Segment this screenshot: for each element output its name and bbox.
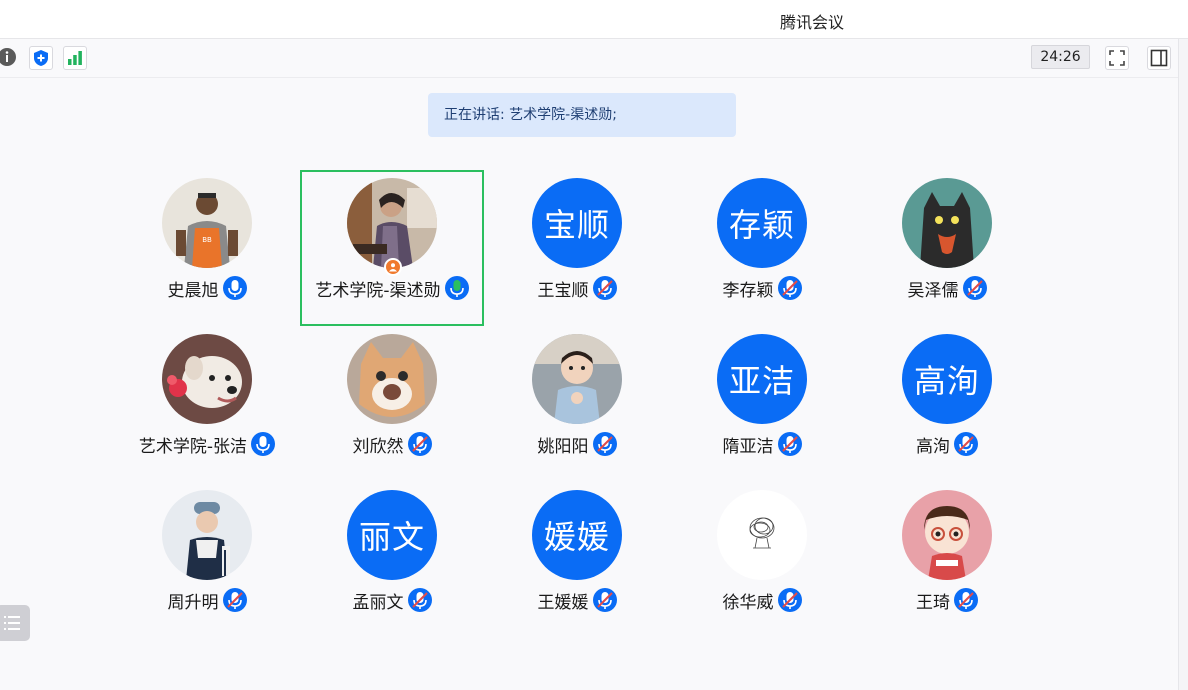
participant-name: 周升明 bbox=[167, 592, 219, 613]
mic-muted-icon[interactable] bbox=[777, 432, 802, 456]
participant-name: 艺术学院-张洁 bbox=[138, 436, 248, 457]
participant-tile[interactable]: 亚洁隋亚洁 bbox=[670, 326, 854, 482]
mic-icon[interactable] bbox=[251, 432, 276, 456]
participant-avatar[interactable] bbox=[162, 334, 252, 424]
participant-name-row: 姚阳阳 bbox=[485, 430, 669, 458]
participant-avatar[interactable]: 宝顺 bbox=[532, 178, 622, 268]
participant-name-row: 艺术学院-张洁 bbox=[115, 430, 299, 458]
participant-tile[interactable]: 宝顺王宝顺 bbox=[485, 170, 669, 326]
mic-muted-icon[interactable] bbox=[954, 588, 978, 612]
meeting-toolbar: 24:26 bbox=[0, 39, 1178, 78]
participant-avatar[interactable] bbox=[532, 334, 622, 424]
participant-tile[interactable]: 周升明 bbox=[115, 482, 299, 638]
participant-tile[interactable]: 徐华威 bbox=[670, 482, 854, 638]
participant-tile[interactable]: 姚阳阳 bbox=[485, 326, 669, 482]
mic-muted-icon[interactable] bbox=[777, 276, 802, 300]
participant-name-row: 刘欣然 bbox=[300, 430, 484, 458]
participant-avatar[interactable]: 丽文 bbox=[347, 490, 437, 580]
mic-muted-icon[interactable] bbox=[407, 588, 432, 612]
participant-name: 王宝顺 bbox=[537, 280, 589, 301]
title-bar: 腾讯会议 bbox=[0, 0, 1188, 39]
mic-muted-icon[interactable] bbox=[954, 432, 978, 456]
participant-tile[interactable]: 刘欣然 bbox=[300, 326, 484, 482]
mic-icon[interactable] bbox=[444, 276, 469, 300]
right-panel-edge bbox=[1178, 39, 1188, 690]
mic-muted-icon[interactable] bbox=[777, 588, 802, 612]
participant-name-row: 王媛媛 bbox=[485, 586, 669, 614]
participant-name-row: 史晨旭 bbox=[115, 274, 299, 302]
participant-name-row: 隋亚洁 bbox=[670, 430, 854, 458]
mic-muted-icon[interactable] bbox=[407, 432, 432, 456]
participant-tile[interactable]: 媛媛王媛媛 bbox=[485, 482, 669, 638]
participant-name: 王媛媛 bbox=[537, 592, 589, 613]
participant-name: 高洵 bbox=[916, 436, 950, 457]
participant-tile[interactable]: BB 史晨旭 bbox=[115, 170, 299, 326]
participant-name: 姚阳阳 bbox=[537, 436, 589, 457]
participant-tile[interactable]: 高洵 高洵 bbox=[855, 326, 1039, 482]
participant-name-row: 孟丽文 bbox=[300, 586, 484, 614]
participant-avatar[interactable] bbox=[717, 490, 807, 580]
participant-name-row: 周升明 bbox=[115, 586, 299, 614]
participant-name-row: 王琦 bbox=[855, 586, 1039, 614]
info-icon[interactable] bbox=[0, 46, 18, 68]
participant-name-row: 王宝顺 bbox=[485, 274, 669, 302]
participant-name-row: 李存颖 bbox=[670, 274, 854, 302]
participant-tile[interactable]: 丽文孟丽文 bbox=[300, 482, 484, 638]
participant-name: 艺术学院-渠述勋 bbox=[315, 280, 441, 301]
participant-name: 刘欣然 bbox=[352, 436, 404, 457]
participant-name: 隋亚洁 bbox=[722, 436, 774, 457]
participant-tile[interactable]: 存颖李存颖 bbox=[670, 170, 854, 326]
participant-name: 王琦 bbox=[916, 592, 950, 613]
participant-avatar[interactable] bbox=[347, 178, 437, 268]
participant-name: 李存颖 bbox=[722, 280, 774, 301]
participant-avatar[interactable] bbox=[902, 178, 992, 268]
fullscreen-icon[interactable] bbox=[1105, 46, 1129, 70]
list-icon bbox=[4, 616, 20, 630]
participant-name: 徐华威 bbox=[722, 592, 774, 613]
participant-name-row: 艺术学院-渠述勋 bbox=[302, 274, 482, 302]
mic-muted-icon[interactable] bbox=[592, 588, 617, 612]
participant-avatar[interactable]: 亚洁 bbox=[717, 334, 807, 424]
participant-name: 吴泽儒 bbox=[907, 280, 959, 301]
mic-muted-icon[interactable] bbox=[592, 276, 617, 300]
mic-muted-icon[interactable] bbox=[592, 432, 617, 456]
member-list-button[interactable] bbox=[0, 605, 30, 641]
mic-muted-icon[interactable] bbox=[962, 276, 987, 300]
participant-tile[interactable]: 王琦 bbox=[855, 482, 1039, 638]
participant-avatar[interactable]: 媛媛 bbox=[532, 490, 622, 580]
svg-text:BB: BB bbox=[202, 236, 212, 244]
participant-avatar[interactable]: BB bbox=[162, 178, 252, 268]
participant-tile[interactable]: 艺术学院-张洁 bbox=[115, 326, 299, 482]
participant-name: 史晨旭 bbox=[167, 280, 219, 301]
participant-name-row: 徐华威 bbox=[670, 586, 854, 614]
participant-tile[interactable]: 吴泽儒 bbox=[855, 170, 1039, 326]
signal-strength-icon[interactable] bbox=[63, 46, 87, 70]
participant-name-row: 吴泽儒 bbox=[855, 274, 1039, 302]
sidebar-toggle-icon[interactable] bbox=[1147, 46, 1171, 70]
window-title: 腾讯会议 bbox=[780, 13, 845, 32]
participant-name-row: 高洵 bbox=[855, 430, 1039, 458]
participant-avatar[interactable]: 高洵 bbox=[902, 334, 992, 424]
speaking-banner: 正在讲话: 艺术学院-渠述勋; bbox=[428, 93, 736, 137]
participant-avatar[interactable] bbox=[347, 334, 437, 424]
security-shield-icon[interactable] bbox=[29, 46, 53, 70]
participant-avatar[interactable]: 存颖 bbox=[717, 178, 807, 268]
meeting-timer: 24:26 bbox=[1031, 45, 1090, 69]
mic-muted-icon[interactable] bbox=[222, 588, 247, 612]
participant-avatar[interactable] bbox=[902, 490, 992, 580]
participant-tile[interactable]: 艺术学院-渠述勋 bbox=[300, 170, 484, 326]
participant-avatar[interactable] bbox=[162, 490, 252, 580]
mic-icon[interactable] bbox=[222, 276, 247, 300]
participant-name: 孟丽文 bbox=[352, 592, 404, 613]
